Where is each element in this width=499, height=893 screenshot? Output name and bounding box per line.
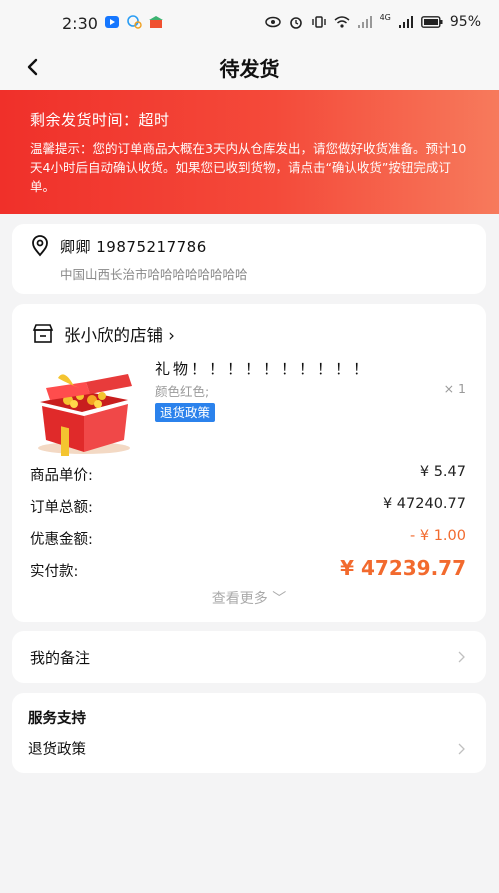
row-value: - ¥ 1.00: [410, 528, 466, 544]
product-quantity: × 1: [443, 381, 466, 396]
vibrate-icon: [311, 16, 326, 28]
row-value: ¥ 47239.77: [340, 556, 466, 580]
store-name-link[interactable]: 张小欣的店铺 ›: [64, 322, 175, 346]
chevron-right-icon: [458, 651, 465, 663]
shop-notification-icon: [149, 16, 163, 28]
support-heading: 服务支持: [28, 711, 86, 727]
row-label: 优惠金额:: [30, 532, 93, 548]
address-card[interactable]: 卿卿 19875217786 中国山西长治市哈哈哈哈哈哈哈哈: [12, 224, 486, 294]
wifi-icon: [334, 16, 350, 28]
note-label: 我的备注: [30, 649, 91, 667]
battery-icon: [420, 16, 443, 28]
app-notification-icon: [105, 16, 119, 28]
row-value: ¥ 47240.77: [382, 496, 466, 512]
location-pin-icon: [32, 235, 48, 257]
shipping-status-banner: 剩余发货时间：超时 温馨提示：您的订单商品大概在3天内从仓库发出，请您做好收货准…: [0, 90, 499, 214]
eye-icon: [264, 16, 281, 28]
battery-level: 95%: [449, 14, 481, 30]
product-spec: 颜色红色;: [155, 384, 210, 399]
status-bar: 2:30 4G 95%: [0, 0, 499, 46]
page-title: 待发货: [219, 57, 280, 81]
alarm-icon: [289, 17, 302, 29]
order-total-row: 订单总额: ¥ 47240.77: [30, 496, 466, 518]
address-line: 中国山西长治市哈哈哈哈哈哈哈哈: [60, 267, 248, 282]
chat-notification-icon: [127, 15, 142, 29]
row-value: ¥ 5.47: [419, 464, 466, 480]
service-support-card: 服务支持 退货政策: [12, 693, 486, 773]
row-label: 订单总额:: [30, 500, 93, 516]
unit-price-row: 商品单价: ¥ 5.47: [30, 464, 466, 486]
return-policy-link[interactable]: 退货政策: [28, 738, 86, 759]
nav-bar: 待发货: [0, 46, 499, 90]
signal-icon-2: [398, 16, 413, 28]
discount-row: 优惠金额: - ¥ 1.00: [30, 528, 466, 550]
notification-icons: [104, 15, 164, 29]
product-gift-box-image[interactable]: [28, 360, 140, 456]
product-title[interactable]: 礼物！！！！！！！！！！: [155, 358, 371, 379]
return-policy-tag[interactable]: 退货政策: [155, 403, 216, 422]
paid-amount-row: 实付款: ¥ 47239.77: [30, 556, 466, 582]
order-card: 张小欣的店铺 › 礼物！！！！！！！！！！ 颜色红色; × 1 退货政策 商品单…: [12, 304, 486, 622]
store-icon: [32, 324, 54, 343]
my-note-row[interactable]: 我的备注: [12, 631, 486, 683]
view-more-button[interactable]: 查看更多 ﹀: [12, 588, 486, 608]
network-type: 4G: [379, 12, 391, 22]
row-label: 实付款:: [30, 564, 79, 580]
chevron-right-icon: [458, 743, 465, 755]
recipient-name-phone: 卿卿 19875217786: [60, 238, 207, 256]
system-indicators: 4G 95%: [264, 12, 481, 30]
reminder-text: 温馨提示：您的订单商品大概在3天内从仓库发出，请您做好收货准备。预计10天4小时…: [30, 141, 467, 194]
status-time: 2:30: [62, 14, 98, 33]
signal-icon: [357, 16, 372, 28]
remaining-time-label: 剩余发货时间：超时: [30, 111, 170, 129]
row-label: 商品单价:: [30, 468, 93, 484]
